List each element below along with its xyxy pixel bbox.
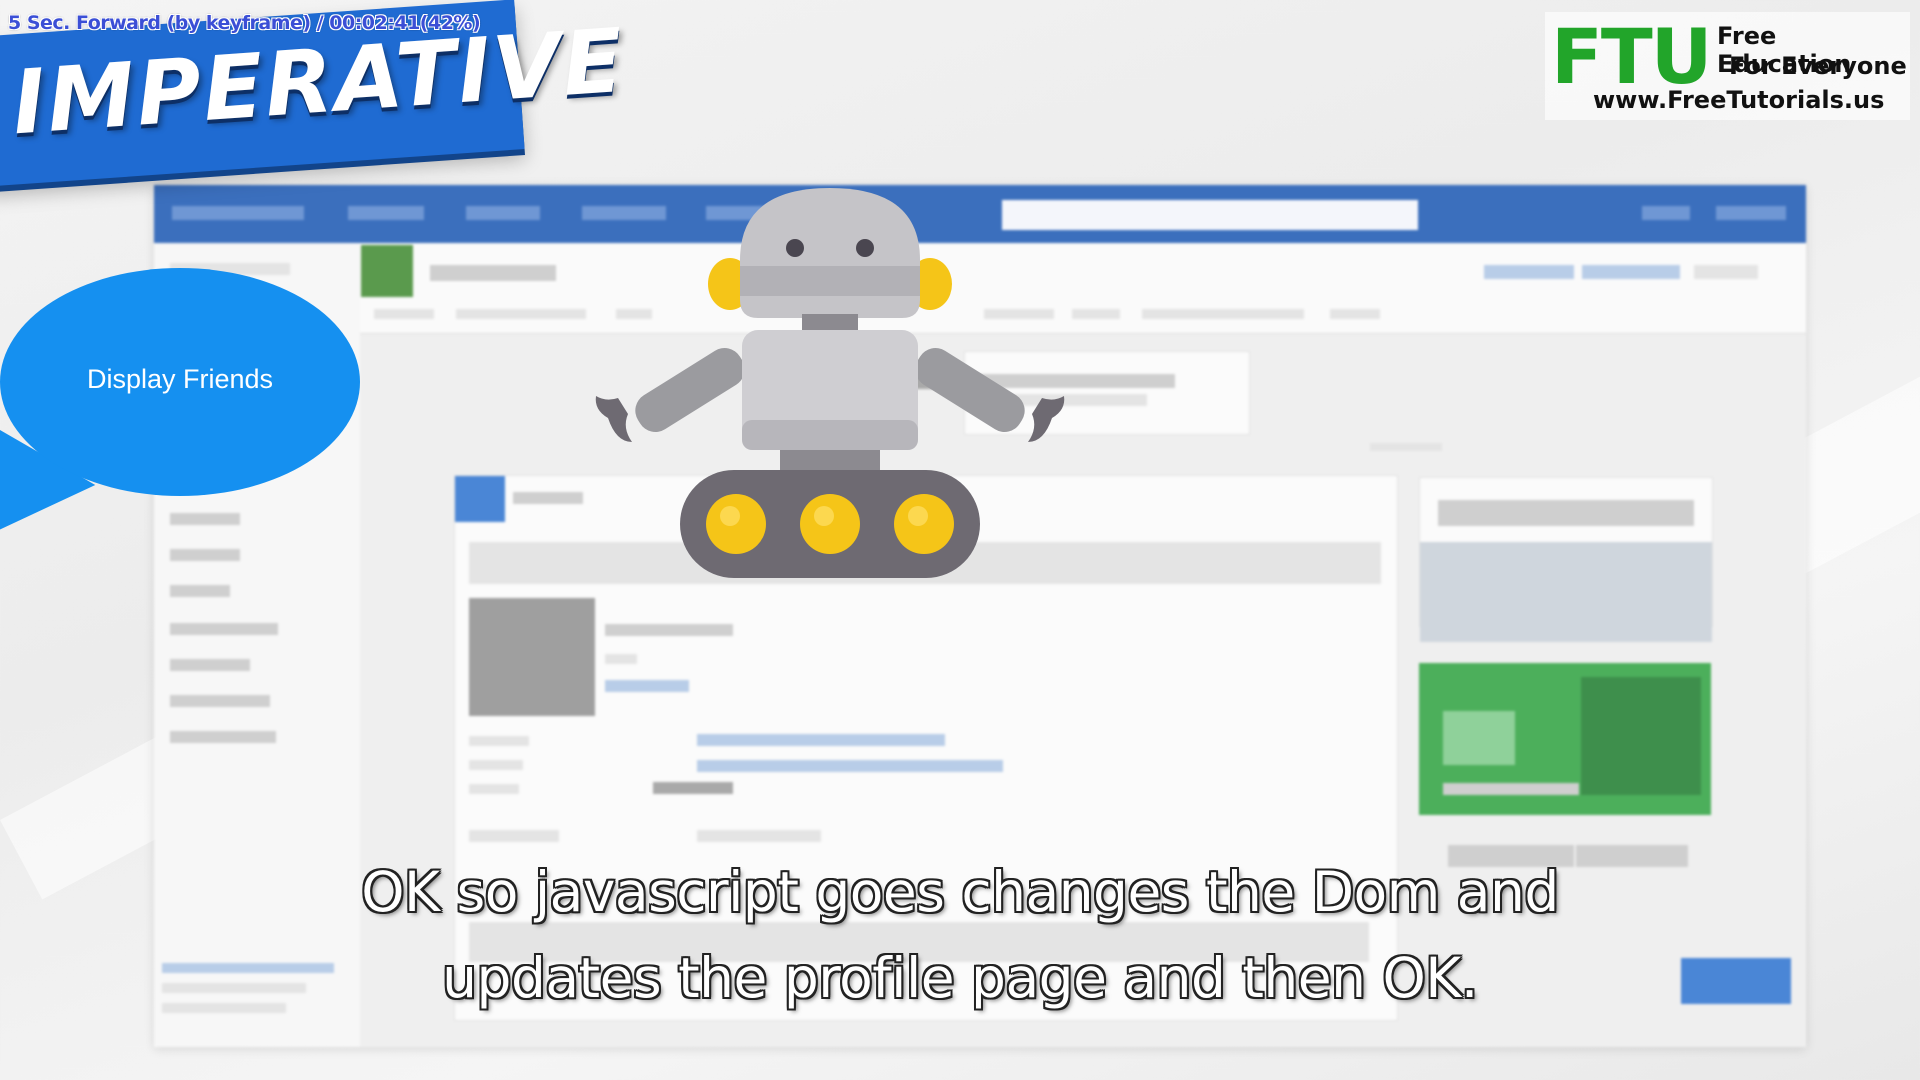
mockup-ad-caption <box>1443 783 1579 795</box>
mockup-tab <box>1330 309 1380 319</box>
logo-tagline-2: For Everyone <box>1729 52 1907 80</box>
mockup-post-tag <box>653 782 733 794</box>
mockup-profile-name <box>430 265 556 281</box>
mockup-sidebar-item <box>170 695 270 707</box>
mockup-post-link <box>697 734 945 746</box>
mockup-post-author <box>513 492 583 504</box>
mockup-nav-item <box>172 206 304 220</box>
mockup-profile-picture <box>361 245 413 297</box>
robot-left-arm <box>595 348 745 442</box>
mockup-post-meta <box>469 736 529 746</box>
mockup-sidebar-item <box>170 585 230 597</box>
mockup-post-meta <box>469 784 519 794</box>
mockup-post-meta <box>469 760 523 770</box>
mockup-sidebar-item <box>170 659 250 671</box>
mockup-tab <box>374 309 434 319</box>
mockup-profile-header <box>360 243 1806 334</box>
speech-bubble: Display Friends <box>0 268 360 496</box>
robot-right-arm <box>915 348 1065 442</box>
mockup-sidebar-item <box>170 731 276 743</box>
mockup-nav-item <box>348 206 424 220</box>
mockup-nav-item <box>1716 206 1786 220</box>
playback-status: 5 Sec. Forward (by keyframe) / 00:02:41(… <box>8 12 481 34</box>
logo-url: www.FreeTutorials.us <box>1593 86 1885 114</box>
mockup-post-link <box>697 760 1003 772</box>
mockup-green-ad <box>1419 663 1711 815</box>
mockup-label <box>1370 443 1442 451</box>
mockup-tab <box>456 309 586 319</box>
mockup-post-avatar <box>455 476 505 522</box>
mockup-header-link <box>1694 265 1758 279</box>
mockup-sidebar-item <box>170 623 278 635</box>
mockup-ad-chart <box>1443 711 1515 765</box>
mockup-sidebar-item <box>170 513 240 525</box>
speech-bubble-text: Display Friends <box>86 364 274 394</box>
mockup-friend-detail <box>605 654 637 664</box>
mockup-ad-panel <box>1581 677 1701 795</box>
subtitle-line-2: updates the profile page and then OK. <box>442 946 1478 1010</box>
mockup-header-link <box>1582 265 1680 279</box>
mockup-tab <box>1142 309 1304 319</box>
mockup-tab <box>1072 309 1120 319</box>
mockup-right-card-title <box>1438 500 1694 526</box>
mockup-friend-link <box>605 680 689 692</box>
robot-icon <box>590 180 1070 640</box>
mockup-post-footer <box>697 830 821 842</box>
mockup-sidebar-item <box>170 549 240 561</box>
mockup-nav-item <box>1642 206 1690 220</box>
subtitle-line-1: OK so javascript goes changes the Dom an… <box>361 860 1559 924</box>
mockup-header-link <box>1484 265 1574 279</box>
ftu-logo: FTU Free Education For Everyone www.Free… <box>1545 12 1910 120</box>
mockup-nav-item <box>466 206 540 220</box>
mockup-friend-photo <box>469 598 595 716</box>
mockup-right-card-image <box>1420 542 1712 642</box>
mockup-post-footer <box>469 830 559 842</box>
mockup-right-card <box>1419 477 1713 642</box>
